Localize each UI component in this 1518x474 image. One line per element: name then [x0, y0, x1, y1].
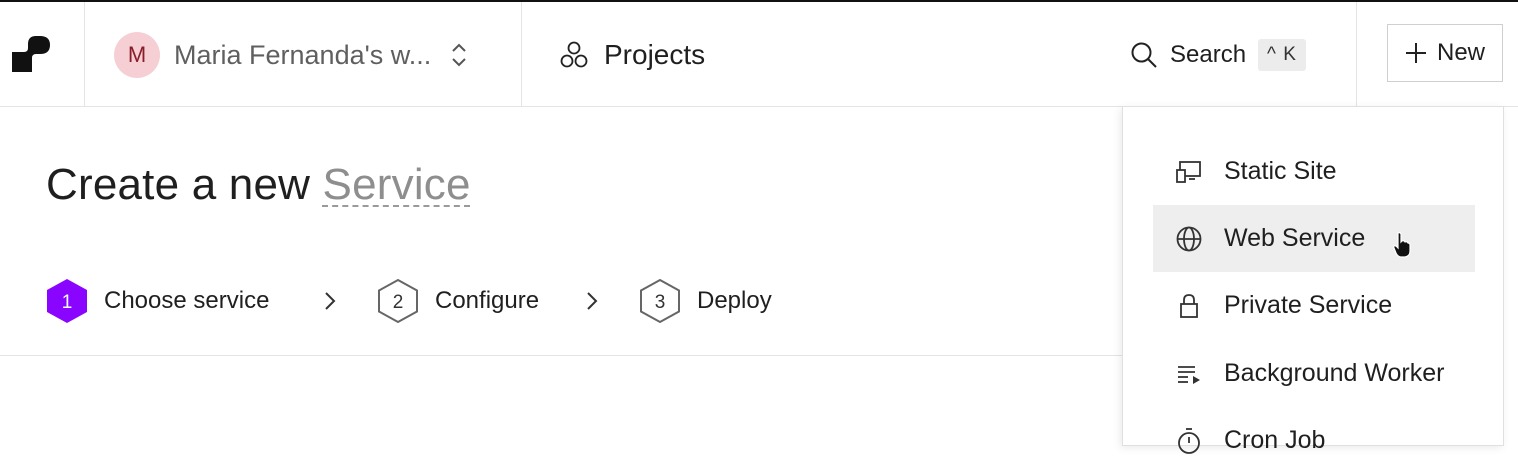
chevron-up-down-icon — [452, 43, 466, 67]
avatar: M — [114, 32, 160, 78]
step-label: Choose service — [104, 287, 270, 314]
mouse-pointer-hand-icon — [1393, 232, 1411, 258]
step-label: Deploy — [697, 287, 772, 314]
new-service-dropdown: Static Site Web Service Private Service … — [1122, 106, 1504, 454]
projects-nav-link[interactable]: Projects — [560, 36, 705, 74]
search-icon — [1131, 42, 1157, 68]
step-configure: 2 Configure — [377, 278, 539, 324]
workspace-switcher[interactable]: M Maria Fernanda's w... — [114, 32, 467, 78]
menu-item-label: Web Service — [1224, 224, 1366, 252]
header-divider — [84, 2, 85, 106]
menu-item-web-service[interactable]: Web Service — [1153, 205, 1475, 272]
header-divider — [521, 2, 522, 106]
step-number: 1 — [62, 292, 73, 313]
background-worker-icon — [1178, 365, 1200, 384]
render-logo-icon[interactable] — [12, 36, 50, 72]
menu-item-label: Cron Job — [1224, 426, 1326, 454]
menu-item-background-worker[interactable]: Background Worker — [1153, 340, 1475, 407]
menu-item-label: Background Worker — [1224, 359, 1445, 387]
search-button[interactable]: Search ^ K — [1130, 36, 1306, 74]
new-button-label: New — [1436, 39, 1485, 66]
plus-icon — [1405, 43, 1426, 63]
step-choose-service: 1 Choose service — [46, 278, 269, 324]
page-title-service-type[interactable]: Service — [323, 160, 471, 209]
step-number: 3 — [655, 292, 666, 313]
step-1-hexagon-icon: 1 — [47, 279, 87, 323]
step-3-hexagon-icon: 3 — [640, 278, 680, 324]
projects-label: Projects — [604, 39, 706, 70]
section-divider — [0, 355, 1122, 356]
header-divider — [1356, 2, 1357, 106]
lock-icon — [1180, 293, 1198, 318]
menu-item-static-site[interactable]: Static Site — [1153, 138, 1475, 205]
menu-item-label: Private Service — [1224, 291, 1393, 319]
step-2-hexagon-icon: 2 — [378, 278, 418, 324]
search-label: Search — [1170, 41, 1247, 68]
step-number: 2 — [393, 292, 404, 313]
menu-item-cron-job[interactable]: Cron Job — [1153, 407, 1475, 474]
search-shortcut-badge: ^ K — [1258, 39, 1306, 71]
menu-item-label: Static Site — [1224, 157, 1337, 185]
globe-icon — [1176, 226, 1202, 251]
step-deploy: 3 Deploy — [639, 278, 772, 324]
page-title-prefix: Create a new — [46, 160, 311, 209]
projects-icon — [560, 41, 588, 68]
static-site-icon — [1176, 160, 1201, 183]
new-button[interactable]: New — [1387, 24, 1503, 82]
menu-item-private-service[interactable]: Private Service — [1153, 272, 1475, 339]
step-label: Configure — [435, 287, 540, 314]
stopwatch-icon — [1178, 427, 1200, 454]
chevron-right-icon — [325, 292, 336, 310]
workspace-name: Maria Fernanda's w... — [174, 39, 432, 70]
page-title: Create a new Service — [46, 160, 471, 210]
chevron-right-icon — [587, 292, 598, 310]
